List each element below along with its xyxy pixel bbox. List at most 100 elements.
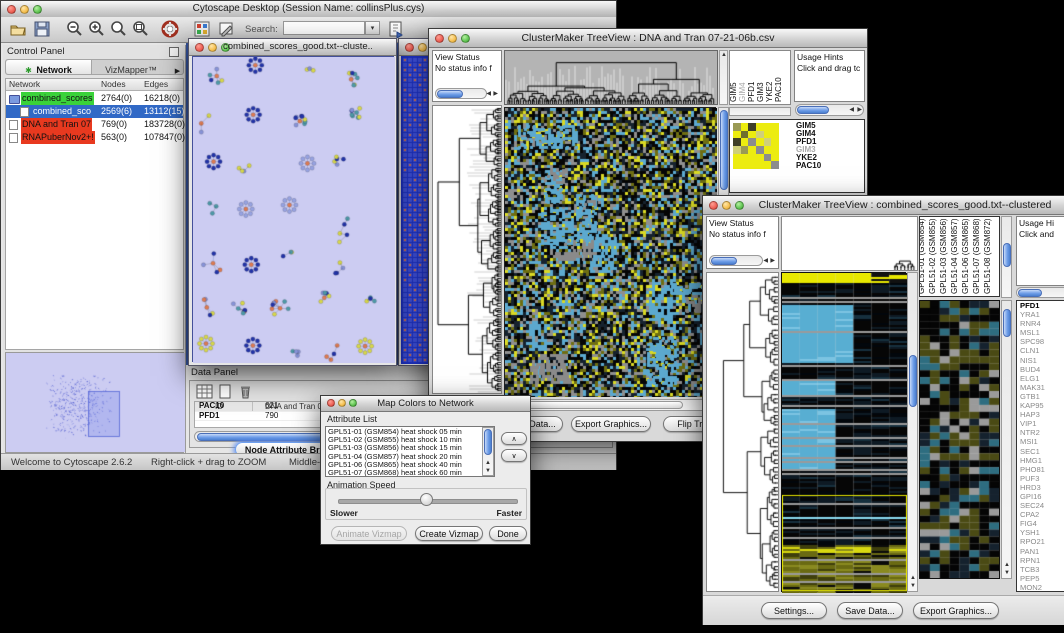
delete-attribute-icon[interactable] [238,384,253,399]
tv2-zoom-heatmap[interactable] [920,301,999,578]
help-lifesaver-icon[interactable] [161,20,179,38]
gene-label-GTB1[interactable]: GTB1 [1017,392,1064,401]
network-row-combined_sco[interactable]: combined_sco2569(6)13112(15) [6,105,183,118]
gene-label-GPI16[interactable]: GPI16 [1017,492,1064,501]
col-nodes[interactable]: Nodes [101,79,126,89]
gene-label-HRD3[interactable]: HRD3 [1017,483,1064,492]
done-button[interactable]: Done [489,526,527,541]
scroll-up-icon[interactable]: ▲ [485,460,491,466]
gene-label-NIS1[interactable]: NIS1 [1017,356,1064,365]
main-title-bar[interactable]: Cytoscape Desktop (Session Name: collins… [1,1,616,18]
scroll-down-icon[interactable]: ▼ [1004,570,1010,576]
zoom-out-icon[interactable] [65,20,83,38]
scroll-up-icon[interactable]: ▲ [910,575,916,581]
gene-label-PEP5[interactable]: PEP5 [1017,574,1064,583]
zoom-selected-icon[interactable] [131,20,149,38]
new-attribute-icon[interactable] [218,384,233,399]
tv1-labels-hscroll[interactable] [729,107,791,116]
tv1-status-scrollbar[interactable] [435,88,487,99]
gene-label-HAP3[interactable]: HAP3 [1017,410,1064,419]
column-label-GPL51-04 (GSM857)[interactable]: GPL51-04 (GSM857) [950,218,959,294]
tv2-usage-scrollbar[interactable] [1016,287,1064,298]
network-view-canvas[interactable] [193,57,395,363]
scroll-right-icon[interactable]: ▶ [770,258,775,264]
attribute-item[interactable]: GPL51-04 (GSM857) heat shock 20 min [326,453,481,461]
tv2-zoom-vscroll[interactable]: ▲ ▼ [1001,300,1012,579]
tv2-labels-vscroll[interactable] [1001,216,1012,298]
scroll-left-icon[interactable]: ◀ [486,91,491,97]
tab-overflow-arrow[interactable]: ▶ [170,60,185,74]
tv1-usage-scrollbar[interactable]: ◀ ▶ [795,104,864,116]
animation-slider-thumb[interactable] [420,493,433,506]
gene-label-MSI1[interactable]: MSI1 [1017,437,1064,446]
tv2-status-scrollbar[interactable] [709,255,763,266]
gene-label-YSH1[interactable]: YSH1 [1017,528,1064,537]
gene-label-TCB3[interactable]: TCB3 [1017,565,1064,574]
save-session-icon[interactable] [33,20,51,38]
zoom-in-icon[interactable] [87,20,105,38]
close-button[interactable] [195,43,204,52]
search-dropdown-button[interactable]: ▾ [365,21,380,35]
treeview2-title-bar[interactable]: ClusterMaker TreeView : combined_scores_… [703,196,1064,215]
scroll-right-icon[interactable]: ▶ [493,91,498,97]
gene-label-PHO81[interactable]: PHO81 [1017,465,1064,474]
gene-label-CPA2[interactable]: CPA2 [1017,510,1064,519]
attribute-list-scrollbar[interactable]: ▲ ▼ [482,427,494,476]
scroll-left-icon[interactable]: ◀ [849,107,854,113]
scroll-down-icon[interactable]: ▼ [910,583,916,589]
treeview1-title-bar[interactable]: ClusterMaker TreeView : DNA and Tran 07-… [429,29,867,48]
gene-label-ELG1[interactable]: ELG1 [1017,374,1064,383]
tv1-heatmap-hscroll[interactable] [504,399,717,411]
column-label-GIM4[interactable]: GIM4 [738,82,747,102]
move-up-button[interactable]: ∧ [501,432,527,445]
col-network[interactable]: Network [9,79,40,89]
annotation-icon[interactable] [217,20,235,38]
move-down-button[interactable]: ∨ [501,449,527,462]
dialog-title-bar[interactable]: Map Colors to Network [321,396,530,412]
column-label-GPL51-01 (GSM854)[interactable]: GPL51-01 (GSM854) [919,218,926,294]
column-label-GIM3[interactable]: GIM3 [756,82,765,102]
close-button[interactable] [709,201,718,210]
tv1-column-dendrogram[interactable] [505,51,717,104]
vizmapper-grid-icon[interactable] [193,20,211,38]
column-label-PAC10[interactable]: PAC10 [774,77,783,102]
tab-vizmapper[interactable]: VizMapper™ [93,60,169,74]
gene-label-MSL1[interactable]: MSL1 [1017,328,1064,337]
tv1-row-dendrogram[interactable] [433,106,501,393]
tv1-heatmap[interactable] [505,108,717,397]
column-label-GPL51-02 (GSM855)[interactable]: GPL51-02 (GSM855) [928,218,937,294]
scroll-up-icon[interactable]: ▲ [1004,562,1010,568]
gene-label-KAP95[interactable]: KAP95 [1017,401,1064,410]
gene-label-RNR4[interactable]: RNR4 [1017,319,1064,328]
network-window-title-bar[interactable]: combined_scores_good.txt--cluste... [189,39,396,56]
network-overview-canvas[interactable] [6,353,185,452]
attribute-item[interactable]: GPL51-07 (GSM868) heat shock 60 min [326,469,481,477]
scroll-left-icon[interactable]: ◀ [763,258,768,264]
gene-label-FIG4[interactable]: FIG4 [1017,519,1064,528]
close-button[interactable] [327,399,335,407]
tv2-heatmap[interactable] [782,273,907,593]
column-label-GPL51-07 (GSM868)[interactable]: GPL51-07 (GSM868) [972,218,981,294]
gene-label-YRA1[interactable]: YRA1 [1017,310,1064,319]
close-button[interactable] [435,34,444,43]
tv2-save-data-button[interactable]: Save Data... [837,602,903,619]
network-row-combined_scores[interactable]: combined_scores2764(0)16218(0) [6,92,183,105]
minimize-button[interactable] [722,201,731,210]
column-label-GPL51-08 (GSM872)[interactable]: GPL51-08 (GSM872) [983,218,992,294]
gene-label-RPN1[interactable]: RPN1 [1017,556,1064,565]
gene-label-MON2[interactable]: MON2 [1017,583,1064,592]
gene-label-BUD4[interactable]: BUD4 [1017,365,1064,374]
attribute-item[interactable]: GPL51-02 (GSM855) heat shock 10 min [326,436,481,444]
animate-vizmap-button[interactable]: Animate Vizmap [331,526,407,541]
gene-label-PFD1[interactable]: PFD1 [1017,301,1064,310]
column-label-GPL51-06 (GSM865)[interactable]: GPL51-06 (GSM865) [961,218,970,294]
scroll-down-icon[interactable]: ▼ [485,468,491,474]
tab-network[interactable]: ✱ Network [6,60,92,74]
gene-label-MAK31[interactable]: MAK31 [1017,383,1064,392]
tv2-column-dendrogram[interactable] [782,217,917,270]
gene-label-RPO21[interactable]: RPO21 [1017,537,1064,546]
column-label-PFD1[interactable]: PFD1 [747,82,756,102]
column-label-GPL51-03 (GSM856)[interactable]: GPL51-03 (GSM856) [939,218,948,294]
gene-label-VIP1[interactable]: VIP1 [1017,419,1064,428]
column-label-YKE2[interactable]: YKE2 [765,82,774,102]
